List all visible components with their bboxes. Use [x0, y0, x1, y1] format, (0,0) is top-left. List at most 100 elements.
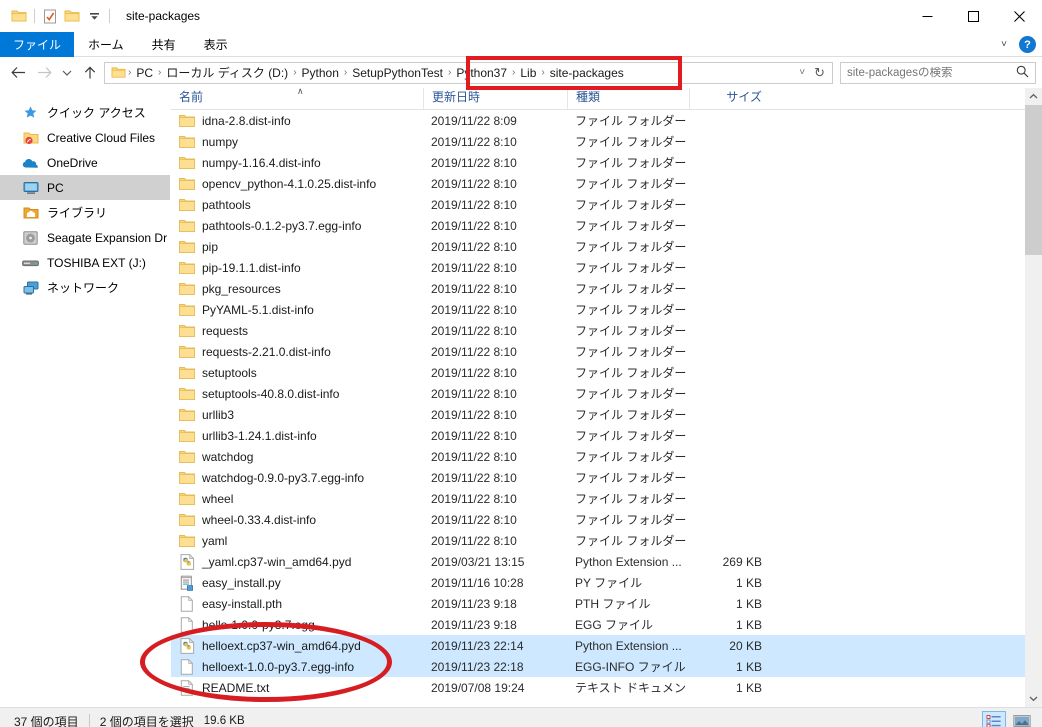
file-name-label: idna-2.8.dist-info [202, 113, 291, 128]
table-row[interactable]: PyYAML-5.1.dist-info 2019/11/22 8:10 ファイル … [171, 299, 1025, 320]
customize-chevron-icon[interactable] [83, 5, 105, 27]
tab-home[interactable]: ホーム [74, 32, 138, 57]
file-name-cell: README.txt [171, 679, 423, 696]
breadcrumb-item-lib[interactable]: Lib [516, 66, 540, 80]
details-view-icon[interactable] [982, 710, 1006, 727]
sidebar-item-onedrive[interactable]: OneDrive [0, 150, 170, 175]
sidebar-item-libraries[interactable]: ライブラリ [0, 200, 170, 225]
table-row[interactable]: pathtools-0.1.2-py3.7.egg-info 2019/11/22… [171, 215, 1025, 236]
folder-icon[interactable] [8, 5, 30, 27]
sidebar-item-label-quick-access: クイック アクセス [47, 106, 146, 120]
scroll-down-button[interactable] [1025, 690, 1042, 707]
file-date-cell: 2019/11/22 8:10 [431, 134, 517, 149]
file-type-cell: ファイル フォルダー [575, 366, 687, 380]
table-row[interactable]: helloext-1.0.0-py3.7.egg-info 2019/11/23 … [171, 656, 1025, 677]
sidebar-item-seagate-expansion-drive[interactable]: Seagate Expansion Dr [0, 225, 170, 250]
column-header-type[interactable]: 種類 [567, 88, 689, 109]
sidebar-item-pc[interactable]: PC [0, 175, 170, 200]
column-header-name-label: 名前 [179, 90, 204, 104]
file-name-cell: helloext-1.0.0-py3.7.egg-info [171, 658, 423, 675]
column-header-date[interactable]: 更新日時 [423, 88, 567, 109]
table-row[interactable]: pkg_resources 2019/11/22 8:10 ファイル フォルダー [171, 278, 1025, 299]
table-row[interactable]: wheel-0.33.4.dist-info 2019/11/22 8:10 ファイ… [171, 509, 1025, 530]
back-button[interactable] [6, 61, 30, 85]
sidebar-item-toshiba-ext[interactable]: TOSHIBA EXT (J:) [0, 250, 170, 275]
breadcrumb-item-setuppythontest[interactable]: SetupPythonTest [348, 66, 447, 80]
search-input[interactable] [847, 66, 1016, 79]
large-icons-view-icon[interactable] [1010, 711, 1034, 727]
table-row[interactable]: idna-2.8.dist-info 2019/11/22 8:09 ファイル フォ… [171, 110, 1025, 131]
breadcrumb-item-local-disk[interactable]: ローカル ディスク (D:) [162, 64, 292, 81]
table-row[interactable]: _yaml.cp37-win_amd64.pyd 2019/03/21 13:15… [171, 551, 1025, 572]
table-row[interactable]: easy_install.py 2019/11/16 10:28 PY ファイル 1 … [171, 572, 1025, 593]
forward-button[interactable] [32, 61, 56, 85]
tab-view[interactable]: 表示 [190, 32, 242, 57]
table-row[interactable]: watchdog-0.9.0-py3.7.egg-info 2019/11/22 … [171, 467, 1025, 488]
folder-icon [179, 428, 195, 444]
blank-file-icon [179, 616, 195, 633]
breadcrumb-item-python37[interactable]: Python37 [452, 66, 511, 80]
sidebar-item-network[interactable]: ネットワーク [0, 275, 170, 300]
properties-icon[interactable] [39, 5, 61, 27]
recent-locations-button[interactable] [58, 61, 76, 85]
table-row[interactable]: requests-2.21.0.dist-info 2019/11/22 8:10… [171, 341, 1025, 362]
file-name-cell: opencv_python-4.1.0.25.dist-info [171, 176, 423, 192]
sidebar-item-quick-access[interactable]: クイック アクセス [0, 100, 170, 125]
table-row[interactable]: hello-1.0.0-py3.7.egg 2019/11/23 9:18 EGG … [171, 614, 1025, 635]
file-date-cell: 2019/11/22 8:10 [431, 197, 517, 212]
table-row[interactable]: pathtools 2019/11/22 8:10 ファイル フォルダー [171, 194, 1025, 215]
table-row[interactable]: requests 2019/11/22 8:10 ファイル フォルダー [171, 320, 1025, 341]
file-name-label: PyYAML-5.1.dist-info [202, 302, 314, 317]
table-row[interactable]: opencv_python-4.1.0.25.dist-info 2019/11/… [171, 173, 1025, 194]
sidebar-item-creative-cloud-files[interactable]: Creative Cloud Files [0, 125, 170, 150]
file-name-label: requests [202, 323, 249, 338]
file-type-cell: ファイル フォルダー [575, 156, 687, 170]
table-row[interactable]: numpy-1.16.4.dist-info 2019/11/22 8:10 ファイ… [171, 152, 1025, 173]
column-header-type-label: 種類 [576, 90, 601, 104]
table-row[interactable]: setuptools-40.8.0.dist-info 2019/11/22 8:… [171, 383, 1025, 404]
file-name-cell: setuptools-40.8.0.dist-info [171, 386, 423, 402]
table-row[interactable]: wheel 2019/11/22 8:10 ファイル フォルダー [171, 488, 1025, 509]
table-row[interactable]: pip-19.1.1.dist-info 2019/11/22 8:10 ファイル … [171, 257, 1025, 278]
refresh-icon[interactable]: ↻ [814, 65, 825, 81]
tab-file[interactable]: ファイル [0, 32, 75, 57]
status-item-count: 37 個の項目 [14, 714, 79, 727]
table-row[interactable]: numpy 2019/11/22 8:10 ファイル フォルダー [171, 131, 1025, 152]
table-row[interactable]: urllib3 2019/11/22 8:10 ファイル フォルダー [171, 404, 1025, 425]
table-row[interactable]: urllib3-1.24.1.dist-info 2019/11/22 8:10 フ… [171, 425, 1025, 446]
file-date-cell: 2019/11/22 8:10 [431, 155, 517, 170]
search-icon[interactable] [1016, 65, 1029, 81]
scroll-up-button[interactable] [1025, 88, 1042, 105]
folder-icon [179, 113, 195, 129]
navigation-pane: クイック アクセス Creative Cloud Files OneDrive … [0, 88, 170, 707]
folder-icon [179, 512, 195, 528]
table-row[interactable]: easy-install.pth 2019/11/23 9:18 PTH ファイル 1… [171, 593, 1025, 614]
table-row[interactable]: helloext.cp37-win_amd64.pyd 2019/11/23 22… [171, 635, 1025, 656]
help-icon[interactable]: ? [1019, 36, 1036, 53]
table-row[interactable]: yaml 2019/11/22 8:10 ファイル フォルダー [171, 530, 1025, 551]
table-row[interactable]: README.txt 2019/07/08 19:24 テキスト ドキュメント 1 K… [171, 677, 1025, 698]
folder-icon [179, 176, 195, 192]
file-name-label: yaml [202, 533, 228, 548]
chevron-down-icon[interactable]: ˅ [1001, 39, 1007, 50]
tab-share[interactable]: 共有 [138, 32, 190, 57]
column-header-size[interactable]: サイズ [689, 88, 774, 109]
up-button[interactable] [78, 61, 102, 85]
maximize-button[interactable] [950, 0, 996, 32]
file-name-label: pkg_resources [202, 281, 281, 296]
search-box[interactable] [840, 61, 1036, 84]
status-bar: 37 個の項目 2 個の項目を選択 19.6 KB [0, 707, 1042, 727]
breadcrumb[interactable]: › PC › ローカル ディスク (D:) › Python › SetupPy… [104, 61, 833, 84]
table-row[interactable]: pip 2019/11/22 8:10 ファイル フォルダー [171, 236, 1025, 257]
new-folder-icon[interactable] [61, 5, 83, 27]
breadcrumb-item-pc[interactable]: PC [132, 66, 157, 80]
table-row[interactable]: watchdog 2019/11/22 8:10 ファイル フォルダー [171, 446, 1025, 467]
address-dropdown-icon[interactable]: ˅ [798, 67, 806, 78]
close-button[interactable] [996, 0, 1042, 32]
breadcrumb-item-python[interactable]: Python [298, 66, 343, 80]
scrollbar-thumb[interactable] [1025, 105, 1042, 255]
table-row[interactable]: setuptools 2019/11/22 8:10 ファイル フォルダー [171, 362, 1025, 383]
minimize-button[interactable] [904, 0, 950, 32]
vertical-scrollbar[interactable] [1025, 88, 1042, 707]
breadcrumb-item-site-packages[interactable]: site-packages [546, 66, 628, 80]
